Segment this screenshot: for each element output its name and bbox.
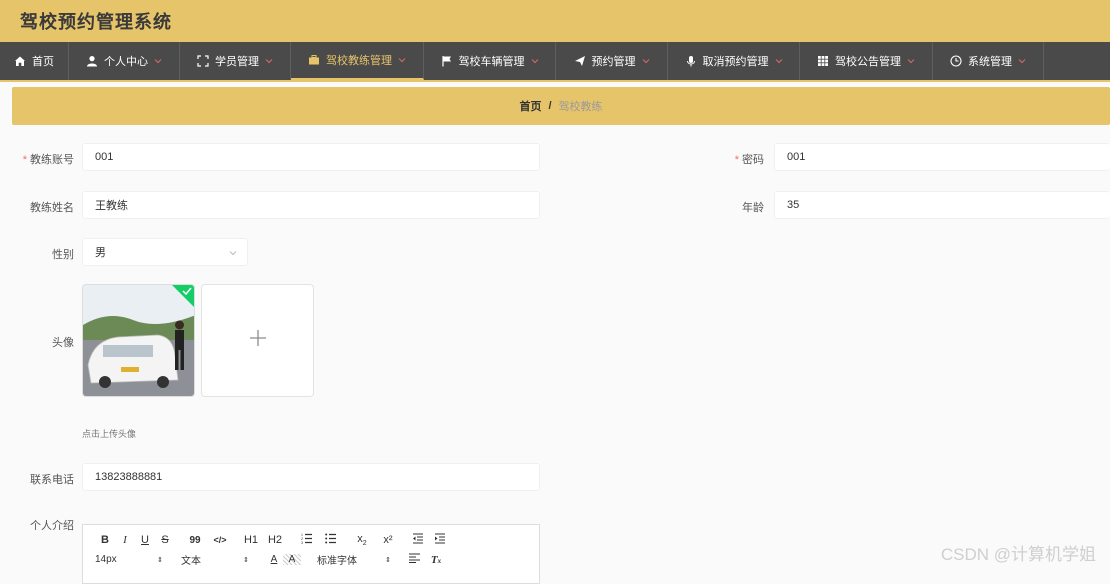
chevron-down-icon xyxy=(531,57,539,65)
send-icon xyxy=(574,55,586,67)
briefcase-icon xyxy=(308,54,320,66)
phone-value: 13823888881 xyxy=(95,471,163,483)
breadcrumb-current: 驾校教练 xyxy=(558,101,603,113)
select-arrows-icon: ⇕ xyxy=(385,556,391,564)
italic-button[interactable]: I xyxy=(115,534,135,546)
required-mark: * xyxy=(22,154,27,166)
avatar-upload-tip: 点击上传头像 xyxy=(82,429,137,439)
nav-announcement-management-label: 驾校公告管理 xyxy=(835,56,901,68)
bullet-list-icon[interactable] xyxy=(319,533,343,547)
main-nav: 首页 个人中心 学员管理 驾校教练管理 驾校车辆管理 预约管理 取消预约管理 驾… xyxy=(0,42,1110,82)
watermark: CSDN @计算机学姐 xyxy=(940,545,1096,564)
age-input[interactable]: 35 xyxy=(774,191,1110,219)
chevron-down-icon xyxy=(1018,57,1026,65)
nav-personal-center[interactable]: 个人中心 xyxy=(69,42,180,80)
font-size-select[interactable]: 14px ⇕ xyxy=(95,554,163,565)
align-icon[interactable] xyxy=(403,553,425,566)
bold-button[interactable]: B xyxy=(95,534,115,546)
blockquote-button[interactable]: 99 xyxy=(181,535,209,546)
nav-personal-center-label: 个人中心 xyxy=(104,56,148,68)
clear-format-icon[interactable]: Tx xyxy=(425,554,447,566)
nav-coach-management-label: 驾校教练管理 xyxy=(326,55,392,67)
coach-name-label: 教练姓名 xyxy=(30,202,74,214)
header2-button[interactable]: H2 xyxy=(263,534,287,546)
code-block-button[interactable]: </> xyxy=(209,535,231,545)
nav-appointment-management[interactable]: 预约管理 xyxy=(556,42,668,80)
coach-account-value: 001 xyxy=(95,151,114,163)
clock-icon xyxy=(950,55,962,67)
breadcrumb-home-link[interactable]: 首页 xyxy=(519,98,541,114)
chevron-down-icon xyxy=(398,56,406,64)
breadcrumb: 首页 / 驾校教练 xyxy=(12,87,1110,125)
nav-system-management-label: 系统管理 xyxy=(968,56,1012,68)
gender-value: 男 xyxy=(95,247,106,259)
ordered-list-icon[interactable]: 123 xyxy=(295,533,319,547)
avatar-label: 头像 xyxy=(52,337,74,349)
header1-button[interactable]: H1 xyxy=(239,534,263,546)
user-icon xyxy=(86,55,98,67)
breadcrumb-separator: / xyxy=(548,100,552,112)
chevron-down-icon xyxy=(265,57,273,65)
password-input[interactable]: 001 xyxy=(774,143,1110,171)
chevron-down-icon xyxy=(154,57,162,65)
flag-icon xyxy=(441,55,453,67)
paragraph-select[interactable]: 文本 ⇕ xyxy=(181,552,249,567)
password-value: 001 xyxy=(787,151,806,163)
background-color-icon[interactable]: A xyxy=(283,554,301,565)
password-label: * 密码 xyxy=(734,154,764,166)
svg-text:3: 3 xyxy=(301,541,303,544)
grid-icon xyxy=(817,55,829,67)
coach-name-value: 王教练 xyxy=(95,200,128,212)
strike-button[interactable]: S xyxy=(155,534,175,546)
coach-account-label: * 教练账号 xyxy=(22,154,74,166)
nav-appointment-management-label: 预约管理 xyxy=(591,56,636,68)
nav-vehicle-management-label: 驾校车辆管理 xyxy=(458,56,525,68)
upload-success-icon xyxy=(172,285,194,307)
required-mark: * xyxy=(734,154,739,166)
nav-cancel-appointment-management[interactable]: 取消预约管理 xyxy=(668,42,800,80)
nav-vehicle-management[interactable]: 驾校车辆管理 xyxy=(424,42,556,80)
phone-input[interactable]: 13823888881 xyxy=(82,463,540,491)
outdent-icon[interactable] xyxy=(407,533,429,547)
nav-coach-management[interactable]: 驾校教练管理 xyxy=(291,42,424,80)
plus-icon xyxy=(248,328,268,353)
nav-system-management[interactable]: 系统管理 xyxy=(933,42,1044,80)
subscript-button[interactable]: x2 xyxy=(349,533,375,547)
fullscreen-icon xyxy=(197,55,209,67)
editor-toolbar-row-1: B I U S 99 </> H1 H2 123 x2 x² xyxy=(95,533,451,547)
intro-rich-text-editor[interactable]: B I U S 99 </> H1 H2 123 x2 x² 14px ⇕ 文本… xyxy=(82,524,540,584)
underline-button[interactable]: U xyxy=(135,534,155,546)
coach-name-input[interactable]: 王教练 xyxy=(82,191,540,219)
nav-student-management-label: 学员管理 xyxy=(215,56,259,68)
avatar-thumbnail[interactable] xyxy=(82,284,195,397)
intro-label: 个人介绍 xyxy=(30,520,74,532)
nav-home-label: 首页 xyxy=(32,56,54,68)
chevron-down-icon xyxy=(229,248,237,256)
top-header: 驾校预约管理系统 xyxy=(0,0,1110,42)
select-arrows-icon: ⇕ xyxy=(243,556,249,564)
indent-icon[interactable] xyxy=(429,533,451,547)
gender-select[interactable]: 男 xyxy=(82,238,248,266)
age-value: 35 xyxy=(787,199,800,211)
home-icon xyxy=(14,55,26,67)
superscript-button[interactable]: x² xyxy=(375,534,401,546)
nav-announcement-management[interactable]: 驾校公告管理 xyxy=(800,42,933,80)
gender-label: 性别 xyxy=(52,249,74,261)
editor-toolbar-row-2: 14px ⇕ 文本 ⇕ A A 标准字体 ⇕ Tx xyxy=(95,552,447,567)
chevron-down-icon xyxy=(775,57,783,65)
chevron-down-icon xyxy=(907,57,915,65)
select-arrows-icon: ⇕ xyxy=(157,556,163,564)
font-color-icon[interactable]: A xyxy=(265,554,283,565)
chevron-down-icon xyxy=(642,57,650,65)
font-family-select[interactable]: 标准字体 ⇕ xyxy=(317,552,391,567)
avatar-upload-button[interactable] xyxy=(201,284,314,397)
microphone-icon xyxy=(685,55,697,67)
phone-label: 联系电话 xyxy=(30,474,74,486)
nav-student-management[interactable]: 学员管理 xyxy=(180,42,291,80)
app-title: 驾校预约管理系统 xyxy=(20,12,172,32)
nav-home[interactable]: 首页 xyxy=(0,42,69,80)
age-label: 年龄 xyxy=(742,202,764,214)
coach-account-input[interactable]: 001 xyxy=(82,143,540,171)
nav-cancel-appointment-management-label: 取消预约管理 xyxy=(702,56,769,68)
